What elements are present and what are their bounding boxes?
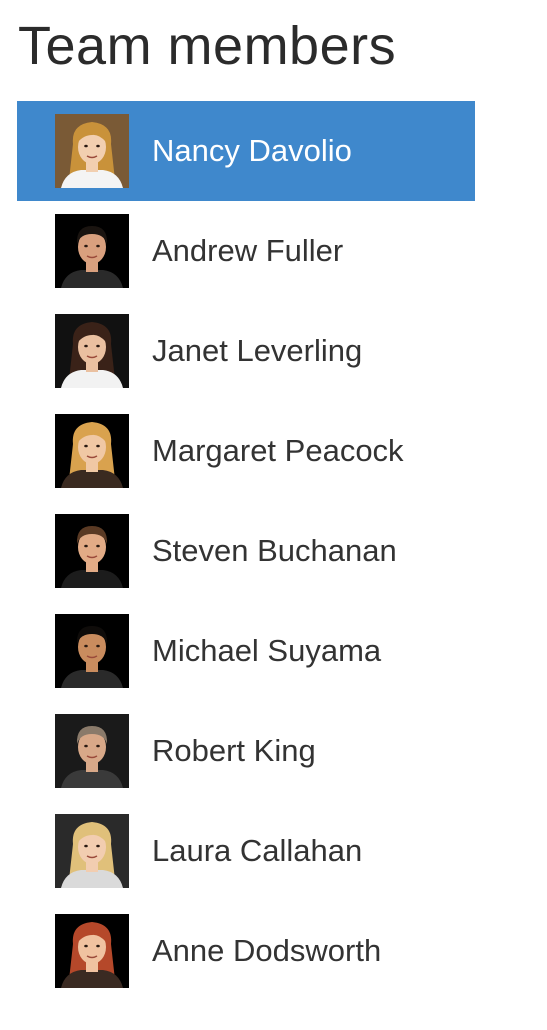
member-name: Nancy Davolio [152,133,352,168]
member-name: Michael Suyama [152,633,382,668]
member-name: Steven Buchanan [152,533,397,568]
list-item-margaret-peacock[interactable]: Margaret Peacock [17,401,475,501]
member-name: Robert King [152,733,316,768]
team-member-list: Nancy Davolio Andrew Fuller Janet Leverl… [17,101,475,1001]
team-members-page: Team members Nancy Davolio Andrew Fuller… [0,0,547,1030]
avatar [55,414,129,488]
member-name: Laura Callahan [152,833,363,868]
man-portrait-icon [55,714,129,788]
avatar [55,714,129,788]
avatar [55,914,129,988]
woman-portrait-icon [55,114,129,188]
woman-portrait-icon [55,814,129,888]
avatar [55,614,129,688]
list-item-robert-king[interactable]: Robert King [17,701,475,801]
list-item-nancy-davolio[interactable]: Nancy Davolio [17,101,475,201]
list-item-steven-buchanan[interactable]: Steven Buchanan [17,501,475,601]
page-title: Team members [18,16,397,76]
woman-portrait-icon [55,914,129,988]
avatar [55,514,129,588]
avatar [55,114,129,188]
man-portrait-icon [55,514,129,588]
man-portrait-icon [55,214,129,288]
member-name: Janet Leverling [152,333,363,368]
woman-portrait-icon [55,414,129,488]
list-item-laura-callahan[interactable]: Laura Callahan [17,801,475,901]
woman-portrait-icon [55,314,129,388]
list-item-andrew-fuller[interactable]: Andrew Fuller [17,201,475,301]
list-item-michael-suyama[interactable]: Michael Suyama [17,601,475,701]
member-name: Anne Dodsworth [152,933,382,968]
avatar [55,814,129,888]
member-name: Margaret Peacock [152,433,404,468]
list-item-anne-dodsworth[interactable]: Anne Dodsworth [17,901,475,1001]
list-item-janet-leverling[interactable]: Janet Leverling [17,301,475,401]
avatar [55,214,129,288]
member-name: Andrew Fuller [152,233,344,268]
man-portrait-icon [55,614,129,688]
avatar [55,314,129,388]
